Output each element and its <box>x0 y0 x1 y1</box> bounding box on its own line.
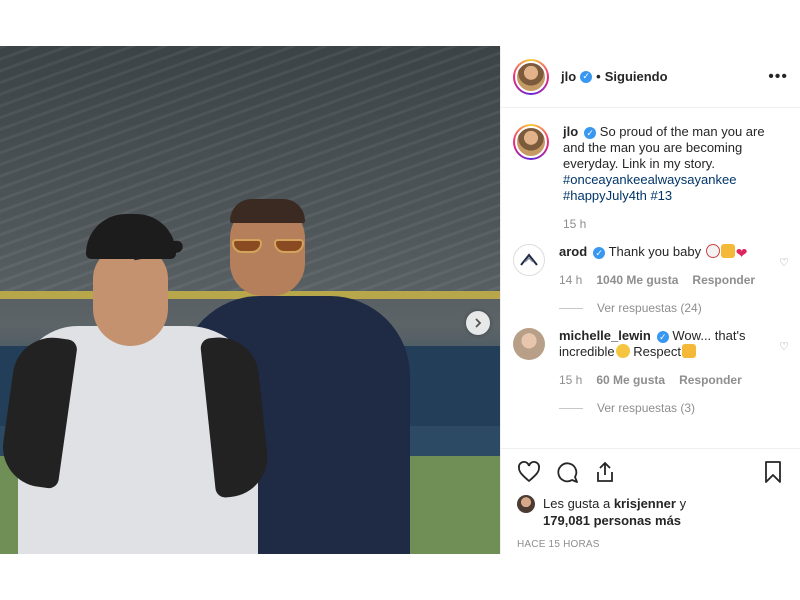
comment-time[interactable]: 15 h <box>559 372 582 388</box>
comment-likes[interactable]: 60 Me gusta <box>596 372 665 388</box>
rockies-logo-icon <box>520 253 538 266</box>
folded-hands-emoji-icon <box>681 344 696 358</box>
instagram-post: DE jlo ✓ • <box>0 46 800 554</box>
commenter-username[interactable]: michelle_lewin <box>559 328 651 343</box>
more-options-icon[interactable]: ••• <box>768 68 788 86</box>
hashtag-link[interactable]: #onceayankeealwaysayankee <box>563 172 785 188</box>
caption-time[interactable]: 15 h <box>563 216 586 232</box>
commenter-avatar[interactable] <box>513 328 545 360</box>
baseball-emoji-icon <box>705 244 720 258</box>
verified-badge-icon: ✓ <box>656 331 669 343</box>
likes-summary: Les gusta a krisjenner y 179,081 persona… <box>517 495 785 529</box>
caption-username[interactable]: jlo <box>563 124 578 139</box>
like-comment-heart-icon[interactable]: ♡ <box>779 256 789 269</box>
following-button[interactable]: Siguiendo <box>605 69 668 84</box>
next-photo-button[interactable] <box>466 311 490 335</box>
reply-button[interactable]: Responder <box>679 372 742 388</box>
bookmark-icon[interactable] <box>761 460 785 484</box>
comment-likes[interactable]: 1040 Me gusta <box>596 272 678 288</box>
comment-item: michelle_lewin ✓ Wow... that's incredible… <box>513 328 789 416</box>
comment-text: Respect <box>633 344 681 359</box>
comment-item: arod ✓ Thank you baby ❤ 14 h 1040 Me gust… <box>513 244 789 316</box>
liker-avatar[interactable] <box>517 495 535 513</box>
person-left <box>0 206 278 554</box>
chevron-right-icon <box>475 318 482 328</box>
comment-text: Thank you baby <box>608 244 702 259</box>
share-icon[interactable] <box>593 460 617 484</box>
author-username[interactable]: jlo <box>561 69 576 84</box>
commenter-username[interactable]: arod <box>559 244 587 259</box>
likes-mid: y <box>675 496 687 511</box>
verified-badge-icon: ✓ <box>580 70 593 83</box>
comments-section: jlo ✓ So proud of the man you are and the… <box>501 108 800 448</box>
caption: jlo ✓ So proud of the man you are and the… <box>513 124 789 232</box>
red-heart-emoji-icon: ❤ <box>735 245 748 261</box>
view-replies-button[interactable]: Ver respuestas (3) <box>559 400 781 416</box>
likes-prefix: Les gusta a <box>543 496 614 511</box>
author-avatar[interactable] <box>513 58 549 95</box>
reply-button[interactable]: Responder <box>692 272 755 288</box>
comment-time[interactable]: 14 h <box>559 272 582 288</box>
verified-badge-icon: ✓ <box>584 127 597 139</box>
post-side-panel: jlo ✓ • Siguiendo ••• jlo ✓ So proud of t… <box>500 46 800 554</box>
thumbs-up-emoji-icon <box>720 244 735 258</box>
hashtag-link[interactable]: #happyJuly4th #13 <box>563 188 785 204</box>
view-replies-button[interactable]: Ver respuestas (24) <box>559 300 781 316</box>
like-comment-heart-icon[interactable]: ♡ <box>779 340 789 353</box>
heart-icon[interactable] <box>517 460 541 484</box>
commenter-avatar[interactable] <box>513 244 545 276</box>
post-time-ago[interactable]: HACE 15 HORAS <box>517 539 785 550</box>
hands-over-mouth-emoji-icon <box>615 344 630 358</box>
comment-icon[interactable] <box>555 460 579 484</box>
separator-dot: • <box>596 69 601 84</box>
liker-username[interactable]: krisjenner <box>614 496 676 511</box>
verified-badge-icon: ✓ <box>593 247 606 259</box>
likes-count[interactable]: 179,081 personas más <box>543 513 681 528</box>
post-header: jlo ✓ • Siguiendo ••• <box>501 46 800 108</box>
caption-avatar[interactable] <box>513 124 549 160</box>
post-actions: Les gusta a krisjenner y 179,081 persona… <box>501 448 800 554</box>
post-photo[interactable]: DE <box>0 46 500 554</box>
